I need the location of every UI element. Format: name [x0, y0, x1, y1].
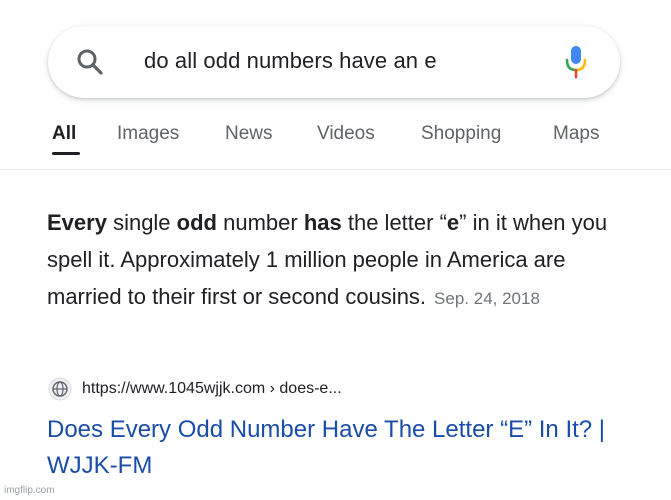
tab-images[interactable]: Images — [117, 123, 179, 145]
result-url[interactable]: https://www.1045wjjk.com › does-e... — [82, 380, 342, 398]
tab-shopping[interactable]: Shopping — [421, 123, 501, 145]
snippet-text-bold: odd — [176, 210, 217, 235]
tab-maps[interactable]: Maps — [553, 123, 599, 145]
active-tab-indicator — [52, 152, 80, 155]
search-tabs: All Images News Videos Shopping Maps — [0, 118, 671, 170]
globe-icon — [48, 377, 72, 401]
snippet-text-bold: e — [446, 210, 460, 235]
snippet-text: number — [217, 210, 304, 235]
snippet-text-bold: Every — [47, 210, 107, 235]
search-bar[interactable]: do all odd numbers have an e — [48, 26, 620, 98]
watermark: imgflip.com — [4, 485, 55, 496]
tab-all[interactable]: All — [52, 123, 76, 145]
tab-news[interactable]: News — [225, 123, 273, 145]
search-icon[interactable] — [76, 48, 104, 76]
search-input[interactable]: do all odd numbers have an e — [144, 48, 437, 74]
result-title-link[interactable]: Does Every Odd Number Have The Letter “E… — [47, 412, 637, 484]
microphone-icon[interactable] — [564, 44, 588, 80]
result-source[interactable]: https://www.1045wjjk.com › does-e... — [48, 376, 342, 402]
snippet-date: Sep. 24, 2018 — [434, 289, 540, 308]
snippet-text-bold: has — [303, 210, 342, 235]
tab-videos[interactable]: Videos — [317, 123, 375, 145]
featured-snippet: Every single odd number has the letter “… — [47, 204, 627, 317]
snippet-text: the letter “ — [341, 210, 447, 235]
snippet-text: single — [106, 210, 177, 235]
